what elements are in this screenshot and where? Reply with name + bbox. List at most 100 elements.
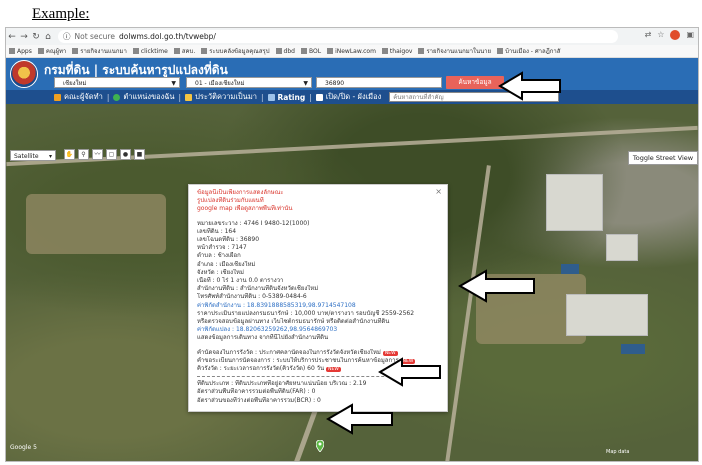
annotation-arrow-icon xyxy=(458,269,535,303)
map-field xyxy=(26,194,166,254)
menu-bar: คณะผู้จัดทำ | ตำแหน่งของฉัน | ประวัติควา… xyxy=(6,90,698,104)
new-badge: NEW xyxy=(326,367,341,373)
square-icon xyxy=(315,93,323,101)
treasury-link[interactable]: หรือตรวจสอบข้อมูลผ่านทาง เว็บไซต์กรมธนาร… xyxy=(197,318,439,326)
globe-icon xyxy=(113,93,121,101)
menu-item-zoning-toggle[interactable]: เปิด/ปิด - ผังเมือง xyxy=(315,91,381,103)
new-badge: NEW xyxy=(382,350,398,356)
annotation-arrow-icon xyxy=(326,403,393,435)
appraisal-price: ราคาประเมินรายแปลงกรมธนารักษ์ : 10,000 บ… xyxy=(197,309,415,317)
bookmark-item[interactable]: รายกิจงานแนกมา xyxy=(72,46,127,56)
parcel-marker-icon[interactable] xyxy=(316,440,324,452)
url-text: dolwms.dol.go.th/tvwebp/ xyxy=(118,32,216,41)
caret-down-icon: ▼ xyxy=(171,80,176,87)
bookmark-item[interactable]: บ้านเมือง - ศาลฎีกาสั xyxy=(497,46,560,56)
translate-icon[interactable]: ⇄ xyxy=(645,30,652,40)
apps-icon xyxy=(9,48,15,54)
annotation-arrow-icon xyxy=(378,357,441,387)
caret-down-icon: ▼ xyxy=(303,80,308,87)
toggle-street-view-button[interactable]: Toggle Street View xyxy=(628,151,698,165)
home-icon[interactable]: ⌂ xyxy=(42,32,54,42)
extension-icon[interactable] xyxy=(670,30,681,40)
bookmark-item[interactable]: ระบบคลังข้อมูลคุณสรุป xyxy=(201,46,270,56)
map-data-label: Map data xyxy=(606,449,630,455)
hand-tool-icon[interactable]: ✋ xyxy=(64,149,75,160)
bookmark-item[interactable]: รายกิจงานแนกมาในนาย xyxy=(418,46,491,56)
page-icon xyxy=(300,48,307,54)
line-tool-icon[interactable]: 〰 xyxy=(92,149,103,160)
menu-icon[interactable]: ▣ xyxy=(686,30,694,40)
site-header: กรมที่ดิน | ระบบค้นหารูปแปลงที่ดิน เชียง… xyxy=(6,58,698,90)
menu-item-my-location[interactable]: ตำแหน่งของฉัน xyxy=(113,91,175,103)
bookmark-item[interactable]: สคบ. xyxy=(173,46,195,56)
far-ratio: อัตราส่วนพื้นที่อาคารรวมต่อพื้นที่ดิน(FA… xyxy=(197,388,316,396)
polygon-tool-icon[interactable]: ▢ xyxy=(106,149,117,160)
page-icon xyxy=(201,48,208,54)
rectangle-tool-icon[interactable]: ■ xyxy=(134,149,145,160)
annotation-arrow-icon xyxy=(498,71,561,101)
title-deed-number: เลขโฉนดที่ดิน : 36890 xyxy=(197,236,260,244)
bookmark-item[interactable]: thaigov xyxy=(381,48,412,55)
survey-page: หน้าสำรวจ : 7147 xyxy=(197,244,247,252)
disclaimer-line: google map เพื่อดูสภาพพื้นที่เท่านั้น xyxy=(197,205,293,213)
parcel-coordinates-link[interactable]: ค่าพิกัดแปลง : 18.82063259262,98.9564869… xyxy=(197,326,439,334)
page-icon xyxy=(173,48,180,54)
menu-item-rating[interactable]: Rating xyxy=(267,93,305,102)
forward-icon[interactable]: → xyxy=(18,32,30,42)
land-office: สำนักงานที่ดิน : สำนักงานที่ดินจังหวัดเช… xyxy=(197,285,319,293)
directions-link[interactable]: แสดงข้อมูลการเดินทาง จากที่นี่ไปยังสำนัก… xyxy=(197,334,439,342)
reload-icon[interactable]: ↻ xyxy=(30,32,42,42)
menu-item-team[interactable]: คณะผู้จัดทำ xyxy=(54,91,103,103)
map-road xyxy=(6,125,698,167)
bookmark-apps[interactable]: Apps xyxy=(9,48,32,55)
address-bar: ← → ↻ ⌂ ⓘ Not secure dolwms.dol.go.th/tv… xyxy=(6,28,698,45)
map-sheet-number: หมายเลขระวาง : 4746 I 9480-12(1000) xyxy=(197,219,310,227)
info-icon: ⓘ xyxy=(63,32,71,41)
bookmark-item[interactable]: BOL xyxy=(300,48,321,55)
bookmark-icon xyxy=(37,48,44,54)
drawing-tools: ✋ ⚲ 〰 ▢ ● ■ xyxy=(64,149,145,160)
menu-item-history[interactable]: ประวัติความเป็นมา xyxy=(185,91,257,103)
office-phone: โทรศัพท์สำนักงานที่ดิน : 0-5389-0484-6 xyxy=(197,293,307,301)
search-button[interactable]: ค้นหาข้อมูล xyxy=(446,76,504,89)
page-icon xyxy=(132,48,139,54)
department-logo-icon xyxy=(10,60,38,88)
map-type-select[interactable]: Satellite ▾ xyxy=(10,150,56,161)
history-icon xyxy=(185,93,193,101)
map-building xyxy=(621,344,645,354)
map-building xyxy=(546,174,603,231)
page-icon xyxy=(275,48,282,54)
district-select[interactable]: 01 - เมืองเชียงใหม่ ▼ xyxy=(186,77,312,88)
parcel-number-input[interactable]: 36890 xyxy=(316,77,442,88)
browser-window: ← → ↻ ⌂ ⓘ Not secure dolwms.dol.go.th/tv… xyxy=(5,27,699,462)
map-building xyxy=(561,264,579,274)
page-icon xyxy=(381,48,388,54)
bookmark-item[interactable]: คณุผู้ทา xyxy=(37,46,66,56)
star-icon[interactable]: ☆ xyxy=(657,30,664,40)
page-icon xyxy=(497,48,504,54)
office-coordinates-link[interactable]: ค่าพิกัดสำนักงาน : 18.8391888585319,98.9… xyxy=(197,302,439,310)
bookmarks-bar: Apps คณุผู้ทา รายกิจงานแนกมา clicktime ส… xyxy=(6,45,698,58)
bookmark-item[interactable]: iNewLaw.com xyxy=(327,48,376,55)
disclaimer-line: รูปแปลงที่ดินร่วมกับแผนที่ xyxy=(197,197,264,205)
team-icon xyxy=(54,93,61,101)
page-icon xyxy=(327,48,334,54)
marker-tool-icon[interactable]: ⚲ xyxy=(78,149,89,160)
land-area: เนื้อที่ : 0 ไร่ 1 งาน 0.0 ตารางวา xyxy=(197,277,284,285)
google-attribution: Google 5 xyxy=(10,444,37,451)
map-building xyxy=(606,234,638,261)
district: อำเภอ : เมืองเชียงใหม่ xyxy=(197,260,256,268)
url-field[interactable]: ⓘ Not secure dolwms.dol.go.th/tvwebp/ xyxy=(58,30,618,43)
not-secure-label: Not secure xyxy=(74,32,115,41)
back-icon[interactable]: ← xyxy=(6,32,18,42)
province: จังหวัด : เชียงใหม่ xyxy=(197,268,244,276)
bookmark-item[interactable]: dbd xyxy=(275,48,295,55)
close-icon[interactable]: × xyxy=(435,187,442,196)
rating-icon xyxy=(267,93,275,101)
province-select[interactable]: เชียงใหม่ ▼ xyxy=(54,77,180,88)
bookmark-item[interactable]: clicktime xyxy=(132,48,168,55)
caret-down-icon: ▾ xyxy=(48,153,52,160)
page-icon xyxy=(418,48,425,54)
circle-tool-icon[interactable]: ● xyxy=(120,149,131,160)
disclaimer-line: ข้อมูลนี้เป็นเพียงการแสดงลักษณะ xyxy=(197,189,284,196)
